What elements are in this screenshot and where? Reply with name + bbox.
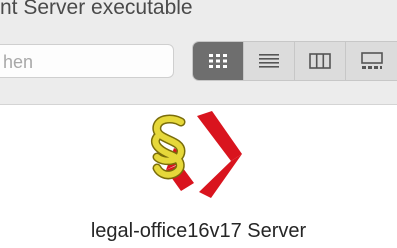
list-view-icon [259, 54, 279, 68]
file-name-label[interactable]: legal-office16v17 Server [0, 219, 397, 243]
icon-view-icon [209, 54, 227, 68]
column-view-button[interactable] [295, 42, 346, 80]
gallery-view-button[interactable] [346, 42, 397, 80]
window-title: nt Server executable [0, 0, 193, 19]
list-view-button[interactable] [244, 42, 295, 80]
view-mode-segmented-control [192, 41, 397, 81]
finder-toolbar: nt Server executable hen [0, 0, 397, 105]
legal-office-app-icon[interactable] [141, 110, 246, 198]
gallery-view-icon [360, 52, 383, 69]
column-view-icon [309, 53, 331, 69]
search-input[interactable]: hen [3, 51, 33, 73]
icon-view-button[interactable] [193, 42, 244, 80]
search-field[interactable]: hen [0, 44, 174, 78]
